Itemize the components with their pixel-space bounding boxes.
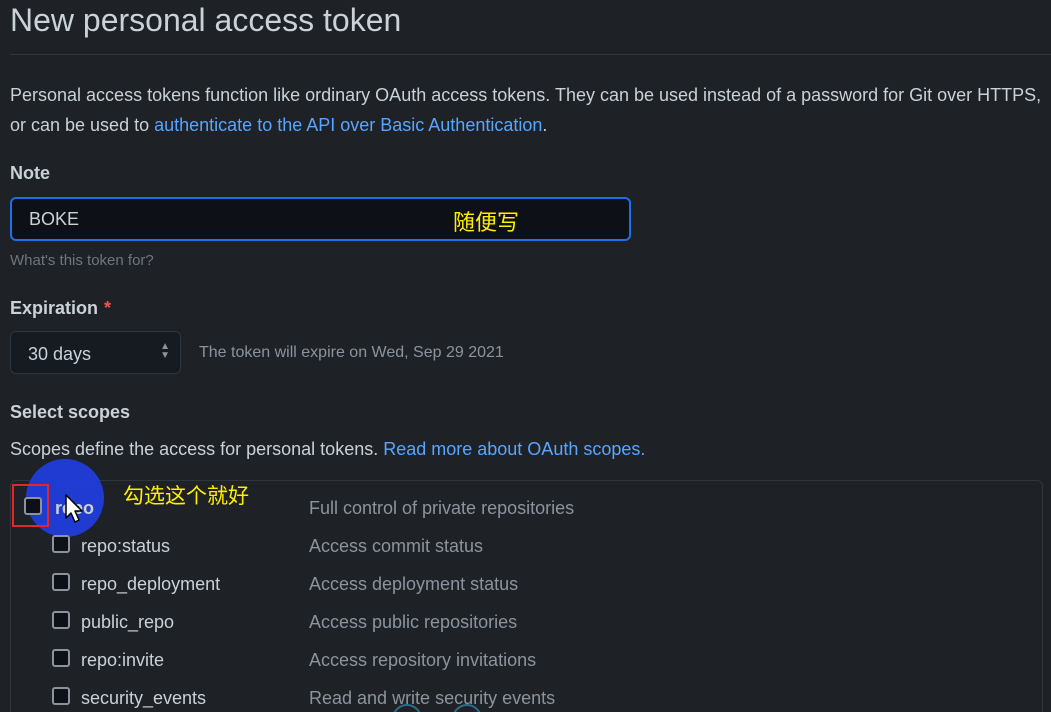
note-annotation: 随便写 [453,211,520,236]
note-input[interactable] [10,197,631,241]
scope-annotation: 勾选这个就好 [123,484,249,508]
select-arrows-icon: ▲ ▼ [160,341,170,361]
mouse-pointer-icon [65,494,83,523]
scope-row-repo-status: repo:status Access commit status [0,532,1051,560]
scope-name: security_events [81,688,207,708]
page-title: New personal access token [10,2,402,38]
scope-desc: Access public repositories [309,612,518,632]
expiration-note: The token will expire on Wed, Sep 29 202… [199,344,504,361]
intro-paragraph: Personal access tokens function like ord… [10,80,1051,140]
scope-desc: Access commit status [309,536,484,556]
scope-row-security-events: security_events Read and write security … [0,684,1051,712]
scope-desc: Access repository invitations [309,650,537,670]
scope-desc: Access deployment status [309,574,519,594]
required-mark: * [104,298,112,318]
note-hint: What's this token for? [10,252,154,269]
expiration-label: Expiration * [10,298,111,319]
intro-end: . [542,115,548,135]
scope-checkbox-repo-status[interactable] [52,535,70,553]
scope-row-public-repo: public_repo Access public repositories [0,608,1051,636]
token-page: New personal access token Personal acces… [0,0,1051,712]
scope-desc: Read and write security events [309,688,556,708]
scope-checkbox-public-repo[interactable] [52,611,70,629]
scope-row-repo-deployment: repo_deployment Access deployment status [0,570,1051,598]
scope-desc: Full control of private repositories [309,498,575,518]
scope-checkbox-repo-deployment[interactable] [52,573,70,591]
scope-row-repo-invite: repo:invite Access repository invitation… [0,646,1051,674]
scopes-description: Scopes define the access for personal to… [10,439,645,460]
oauth-scopes-link[interactable]: Read more about OAuth scopes. [383,439,645,459]
scope-name: repo:status [81,536,171,556]
title-divider [10,54,1051,55]
scope-name: repo:invite [81,650,165,670]
expiration-select[interactable]: 30 days ▲ ▼ [10,331,181,374]
scope-name: public_repo [81,612,175,632]
expiration-selected-value: 30 days [28,344,92,364]
highlight-box [12,484,49,527]
scope-checkbox-security-events[interactable] [52,687,70,705]
scope-name: repo_deployment [81,574,221,594]
scopes-label: Select scopes [10,402,131,422]
basic-auth-link[interactable]: authenticate to the API over Basic Authe… [154,115,542,135]
note-label: Note [10,163,50,183]
expiration-label-text: Expiration [10,298,99,318]
scope-checkbox-repo-invite[interactable] [52,649,70,667]
scopes-description-text: Scopes define the access for personal to… [10,439,384,459]
